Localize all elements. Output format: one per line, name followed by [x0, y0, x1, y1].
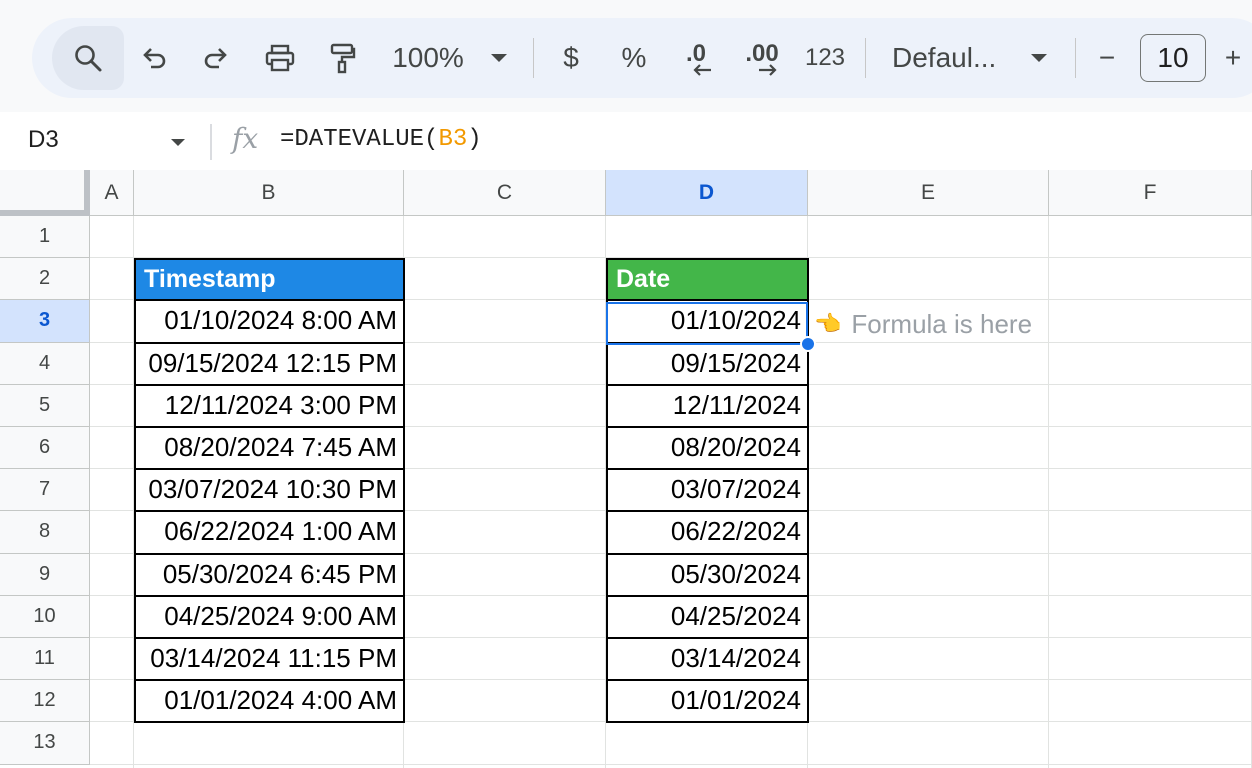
- table_b-cell[interactable]: 03/07/2024 10:30 PM: [134, 469, 405, 513]
- row-header-4[interactable]: 4: [0, 342, 90, 385]
- decrease-font-size-button[interactable]: −: [1090, 18, 1124, 98]
- redo-icon[interactable]: [194, 18, 238, 98]
- toolbar-divider: [865, 38, 866, 78]
- formula-note: 👈 Formula is here: [814, 303, 1032, 345]
- table_d-cell[interactable]: 06/22/2024: [606, 511, 809, 555]
- name-box[interactable]: D3: [28, 126, 59, 154]
- table_d-cell[interactable]: 08/20/2024: [606, 427, 809, 471]
- percent-format-button[interactable]: %: [614, 18, 654, 98]
- table_b-cell[interactable]: 04/25/2024 9:00 AM: [134, 595, 405, 639]
- column-header-c[interactable]: C: [404, 170, 606, 216]
- table_d-cell[interactable]: 01/01/2024: [606, 680, 809, 724]
- table_b-cell[interactable]: 06/22/2024 1:00 AM: [134, 511, 405, 555]
- chevron-down-icon[interactable]: [168, 132, 192, 152]
- column-header-b[interactable]: B: [134, 170, 404, 216]
- row-header-3[interactable]: 3: [0, 300, 90, 343]
- zoom-select[interactable]: 100%: [386, 18, 470, 98]
- row-header-13[interactable]: 13: [0, 722, 90, 765]
- currency-format-button[interactable]: $: [552, 18, 590, 98]
- table_b-cell[interactable]: 01/10/2024 8:00 AM: [134, 300, 405, 344]
- table_b-cell[interactable]: 09/15/2024 12:15 PM: [134, 342, 405, 386]
- row-header-6[interactable]: 6: [0, 427, 90, 470]
- row-header-10[interactable]: 10: [0, 595, 90, 638]
- table_d-cell[interactable]: 09/15/2024: [606, 342, 809, 386]
- row-header-5[interactable]: 5: [0, 384, 90, 427]
- spreadsheet-grid[interactable]: A B C D E F 1 2 3 4 5 6 7 8 9 10 11 12 13 Timestamp 01/10/20…: [0, 170, 1252, 768]
- table_b-cell[interactable]: 12/11/2024 3:00 PM: [134, 384, 405, 428]
- fx-icon: fx: [232, 122, 259, 155]
- decrease-decimal-label: .0: [685, 40, 706, 67]
- formula-input[interactable]: =DATEVALUE(B3): [280, 126, 482, 153]
- chevron-down-icon[interactable]: [1024, 18, 1054, 98]
- table_d-cell[interactable]: 05/30/2024: [606, 553, 809, 597]
- toolbar-divider: [1075, 38, 1076, 78]
- undo-icon[interactable]: [132, 18, 176, 98]
- row-header-1[interactable]: 1: [0, 216, 90, 259]
- table_d-header-cell[interactable]: Date: [606, 258, 809, 302]
- table_b-cell[interactable]: 08/20/2024 7:45 AM: [134, 427, 405, 471]
- formula-bar: D3 fx =DATEVALUE(B3): [0, 112, 1252, 170]
- paint-format-icon[interactable]: [320, 18, 364, 98]
- row-header-9[interactable]: 9: [0, 553, 90, 596]
- formula-reference: B3: [438, 126, 468, 153]
- table_d-cell[interactable]: 03/07/2024: [606, 469, 809, 513]
- formula-suffix: ): [467, 126, 482, 153]
- row-header-2[interactable]: 2: [0, 258, 90, 301]
- column-header-d[interactable]: D: [606, 170, 808, 216]
- active-cell-selection[interactable]: [606, 302, 808, 345]
- table_b-cell[interactable]: 01/01/2024 4:00 AM: [134, 680, 405, 724]
- increase-font-size-button[interactable]: +: [1218, 18, 1248, 98]
- column-header-f[interactable]: F: [1049, 170, 1252, 216]
- row-header-11[interactable]: 11: [0, 638, 90, 681]
- row-header-12[interactable]: 12: [0, 680, 90, 723]
- formula-prefix: =DATEVALUE(: [280, 126, 439, 153]
- toolbar: 100% $ % .0 .00 123 Defaul... − 10 +: [32, 18, 1252, 98]
- table_b-header-cell[interactable]: Timestamp: [134, 258, 405, 302]
- search-icon[interactable]: [66, 18, 110, 98]
- table_b-cell[interactable]: 05/30/2024 6:45 PM: [134, 553, 405, 597]
- table_b-cell[interactable]: 03/14/2024 11:15 PM: [134, 638, 405, 682]
- table_d-cell[interactable]: 12/11/2024: [606, 384, 809, 428]
- font-family-select[interactable]: Defaul...: [892, 18, 1002, 98]
- table_d-cell[interactable]: 04/25/2024: [606, 595, 809, 639]
- row-header-8[interactable]: 8: [0, 511, 90, 554]
- row-header-7[interactable]: 7: [0, 469, 90, 512]
- table_d-cell[interactable]: 03/14/2024: [606, 638, 809, 682]
- formula-bar-divider: [210, 124, 212, 160]
- toolbar-divider: [533, 38, 534, 78]
- column-header-a[interactable]: A: [90, 170, 134, 216]
- print-icon[interactable]: [258, 18, 302, 98]
- more-formats-button[interactable]: 123: [800, 18, 850, 98]
- pointing-hand-icon: 👈: [814, 311, 842, 336]
- chevron-down-icon[interactable]: [484, 18, 514, 98]
- decrease-decimal-button[interactable]: .0: [672, 18, 720, 98]
- font-size-input[interactable]: 10: [1140, 34, 1206, 82]
- increase-decimal-button[interactable]: .00: [736, 18, 788, 98]
- gridline: [90, 763, 1252, 765]
- note-text: Formula is here: [851, 308, 1033, 339]
- column-header-e[interactable]: E: [808, 170, 1049, 216]
- increase-decimal-label: .00: [745, 40, 779, 67]
